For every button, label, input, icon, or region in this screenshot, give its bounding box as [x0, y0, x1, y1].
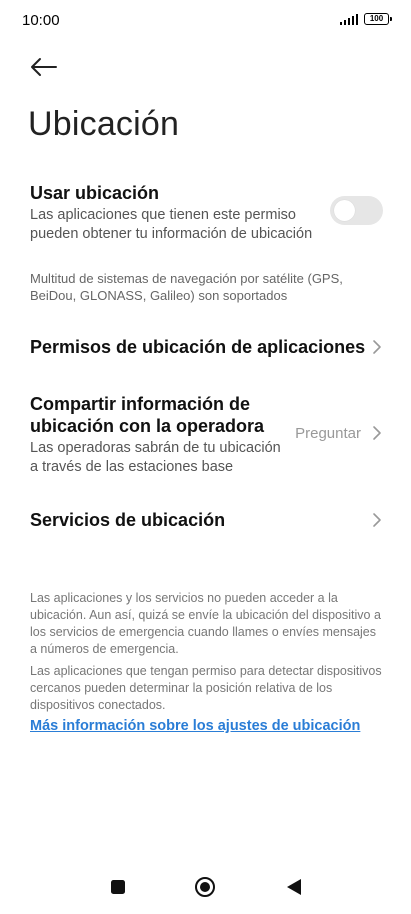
carrier-sharing-row[interactable]: Compartir información de ubicación con l…	[30, 393, 383, 475]
battery-icon: 100	[364, 13, 392, 25]
chevron-right-icon	[373, 513, 381, 527]
location-services-row[interactable]: Servicios de ubicación	[30, 509, 383, 533]
carrier-sharing-title: Compartir información de ubicación con l…	[30, 394, 265, 436]
app-permissions-row[interactable]: Permisos de ubicación de aplicaciones	[30, 336, 383, 360]
location-services-title: Servicios de ubicación	[30, 510, 226, 530]
chevron-right-icon	[373, 426, 381, 440]
toggle-knob	[334, 200, 355, 221]
carrier-sharing-subtitle: Las operadoras sabrán de tu ubicación a …	[30, 440, 281, 475]
footer-paragraph-1: Las aplicaciones y los servicios no pued…	[30, 591, 381, 656]
use-location-toggle[interactable]	[330, 196, 383, 225]
recents-square-icon	[111, 880, 125, 894]
back-button[interactable]	[26, 52, 60, 82]
use-location-subtitle: Las aplicaciones que tienen este permiso…	[30, 207, 313, 242]
gnss-note: Multitud de sistemas de navegación por s…	[30, 271, 343, 303]
use-location-row[interactable]: Usar ubicación Las aplicaciones que tien…	[30, 182, 383, 242]
chevron-right-icon	[373, 340, 381, 354]
more-info-link[interactable]: Más información sobre los ajustes de ubi…	[30, 718, 360, 734]
app-permissions-title: Permisos de ubicación de aplicaciones	[30, 337, 366, 357]
footer-paragraph-2: Las aplicaciones que tengan permiso para…	[30, 664, 382, 712]
carrier-sharing-value: Preguntar	[295, 425, 361, 442]
navigation-bar	[0, 860, 411, 914]
back-triangle-icon	[287, 879, 301, 895]
recents-button[interactable]	[107, 876, 129, 898]
status-bar: 10:00 100	[0, 0, 411, 44]
nav-back-button[interactable]	[283, 876, 305, 898]
back-arrow-icon	[31, 58, 57, 76]
use-location-title: Usar ubicación	[30, 183, 160, 203]
home-circle-icon	[195, 877, 215, 897]
status-icons: 100	[339, 13, 392, 25]
page-title: Ubicación	[28, 105, 180, 143]
signal-icon	[339, 13, 358, 25]
home-button[interactable]	[194, 876, 216, 898]
status-time: 10:00	[22, 12, 60, 29]
